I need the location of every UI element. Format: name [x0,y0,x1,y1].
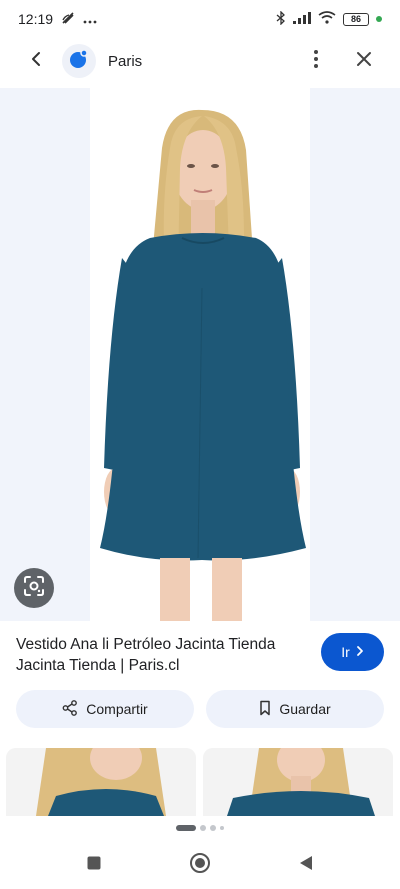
site-logo [62,44,96,78]
pager-dot-active [176,825,196,831]
site-logo-icon [68,48,90,75]
pager-dot [210,825,216,831]
status-left: 12:19 [18,11,97,28]
result-info: Vestido Ana li Petróleo Jacinta Tienda J… [16,632,384,682]
more-dots-icon [83,11,97,27]
more-vert-icon [314,49,318,73]
back-button[interactable] [14,39,58,83]
back-nav-button[interactable] [286,846,326,886]
recents-square-icon [87,856,101,875]
battery-icon: 86 [343,12,369,26]
status-time: 12:19 [18,11,54,27]
close-icon [356,51,372,72]
image-viewer[interactable] [0,88,400,621]
close-button[interactable] [342,39,386,83]
action-buttons: Compartir Guardar [16,690,384,728]
signal-icon [293,11,311,27]
lens-icon [23,575,45,602]
save-button[interactable]: Guardar [206,690,384,728]
bluetooth-icon [276,9,286,28]
wifi-calling-icon [61,11,75,28]
share-label: Compartir [86,701,148,717]
more-options-button[interactable] [294,39,338,83]
image-pager [0,824,400,832]
back-arrow-icon [29,51,43,72]
share-button[interactable]: Compartir [16,690,194,728]
visit-label: Ir [341,644,350,660]
chevron-right-icon [356,644,364,660]
save-label: Guardar [279,701,331,717]
related-image-1[interactable] [6,748,196,816]
pager-dot [220,826,224,830]
back-triangle-icon [299,855,313,876]
home-circle-icon [189,852,211,879]
visit-button[interactable]: Ir [321,633,384,671]
top-app-bar: Paris [0,38,400,84]
privacy-indicator [376,16,382,22]
site-name[interactable]: Paris [108,53,294,70]
lens-search-button[interactable] [14,568,54,608]
share-icon [62,699,78,719]
pager-dot [200,825,206,831]
system-nav-bar [0,842,400,889]
wifi-icon [318,11,336,27]
result-title[interactable]: Vestido Ana li Petróleo Jacinta Tienda J… [16,634,306,676]
recents-button[interactable] [74,846,114,886]
bookmark-icon [259,700,271,719]
home-button[interactable] [180,846,220,886]
product-image[interactable] [90,88,310,621]
related-images [0,748,400,816]
status-right: 86 [276,9,382,28]
related-image-2[interactable] [203,748,393,816]
status-bar: 12:19 86 [0,0,400,38]
